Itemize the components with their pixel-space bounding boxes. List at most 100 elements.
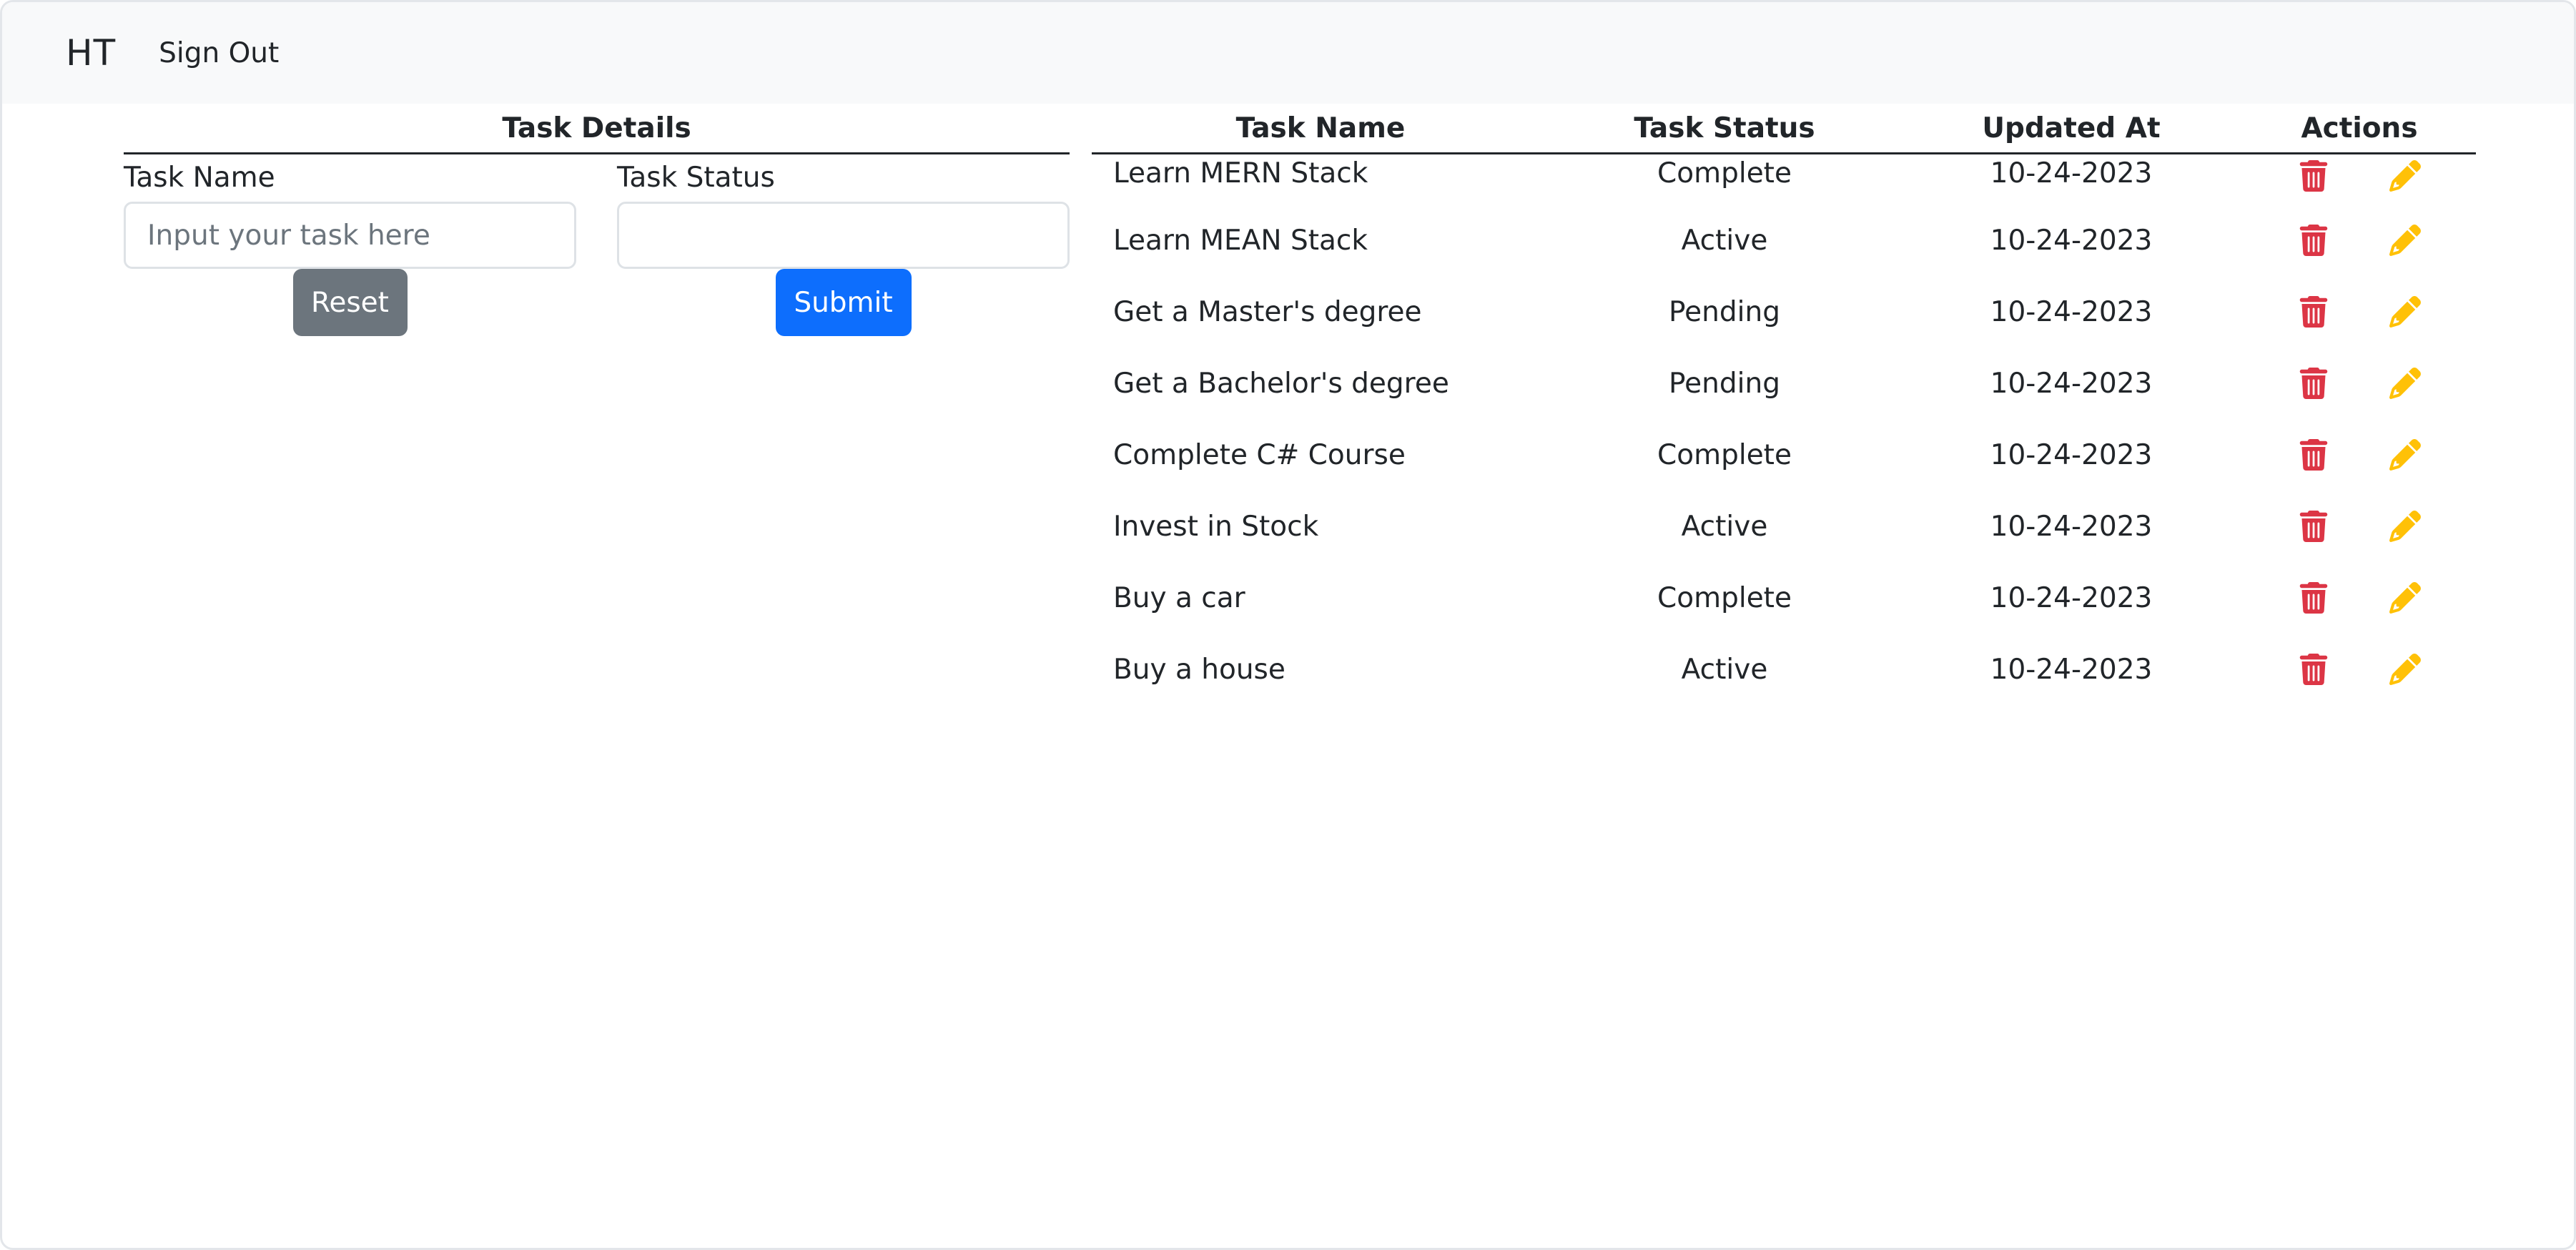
table-row: Get a Master's degree Pending 10-24-2023	[1092, 276, 2476, 348]
row-actions	[2243, 157, 2476, 195]
task-status-input[interactable]	[617, 202, 1070, 269]
form-buttons-row: Reset Submit	[124, 269, 1070, 336]
table-row: Learn MERN Stack Complete 10-24-2023	[1092, 154, 2476, 205]
trash-icon[interactable]	[2290, 436, 2337, 473]
header-task-status: Task Status	[1549, 104, 1900, 154]
pencil-icon-glyph	[2389, 368, 2421, 399]
pencil-icon-glyph	[2389, 511, 2421, 542]
task-details-title: Task Details	[124, 104, 1070, 154]
row-actions	[2243, 293, 2476, 330]
reset-button[interactable]: Reset	[292, 269, 408, 336]
trash-icon-glyph	[2299, 511, 2328, 542]
task-status-cell: Active	[1681, 510, 1768, 543]
pencil-icon-glyph	[2389, 582, 2421, 614]
pencil-icon[interactable]	[2382, 436, 2429, 473]
header-actions: Actions	[2243, 104, 2476, 154]
task-actions-cell	[2243, 562, 2476, 634]
task-name-group: Task Name	[124, 160, 576, 269]
row-actions	[2243, 579, 2476, 616]
task-status-cell: Complete	[1657, 438, 1792, 471]
submit-button-cell: Submit	[617, 269, 1070, 336]
task-status-cell: Active	[1681, 224, 1768, 257]
row-actions	[2243, 508, 2476, 545]
table-row: Invest in Stock Active 10-24-2023	[1092, 491, 2476, 562]
task-status-cell: Complete	[1657, 581, 1792, 614]
navbar: HT Sign Out	[2, 2, 2574, 104]
pencil-icon[interactable]	[2382, 508, 2429, 545]
pencil-icon[interactable]	[2382, 293, 2429, 330]
table-row: Complete C# Course Complete 10-24-2023	[1092, 419, 2476, 491]
task-name-input[interactable]	[124, 202, 576, 269]
trash-icon[interactable]	[2290, 157, 2337, 195]
task-status-cell: Complete	[1657, 157, 1792, 190]
task-updated-cell: 10-24-2023	[1990, 157, 2153, 190]
task-actions-cell	[2243, 491, 2476, 562]
pencil-icon-glyph	[2389, 439, 2421, 471]
table-row: Buy a car Complete 10-24-2023	[1092, 562, 2476, 634]
task-updated-cell: 10-24-2023	[1990, 653, 2153, 686]
reset-button-cell: Reset	[124, 269, 576, 336]
task-updated-cell: 10-24-2023	[1990, 510, 2153, 543]
sign-out-link[interactable]: Sign Out	[159, 37, 279, 69]
pencil-icon-glyph	[2389, 160, 2421, 192]
task-actions-cell	[2243, 276, 2476, 348]
row-actions	[2243, 365, 2476, 402]
header-task-name: Task Name	[1092, 104, 1549, 154]
brand-logo[interactable]: HT	[66, 32, 116, 74]
table-row: Buy a house Active 10-24-2023	[1092, 634, 2476, 705]
task-status-cell: Active	[1681, 653, 1768, 686]
trash-icon-glyph	[2299, 225, 2328, 256]
task-updated-cell: 10-24-2023	[1990, 295, 2153, 328]
trash-icon[interactable]	[2290, 508, 2337, 545]
trash-icon-glyph	[2299, 160, 2328, 192]
submit-button[interactable]: Submit	[775, 269, 912, 336]
task-updated-cell: 10-24-2023	[1990, 367, 2153, 400]
pencil-icon[interactable]	[2382, 651, 2429, 688]
table-row: Learn MEAN Stack Active 10-24-2023	[1092, 205, 2476, 276]
task-updated-cell: 10-24-2023	[1990, 581, 2153, 614]
pencil-icon-glyph	[2389, 296, 2421, 328]
task-actions-cell	[2243, 205, 2476, 276]
task-actions-cell	[2243, 419, 2476, 491]
pencil-icon[interactable]	[2382, 579, 2429, 616]
task-table-panel: Task Name Task Status Updated At Actions…	[1092, 104, 2476, 705]
task-name-label: Task Name	[124, 162, 275, 194]
task-name-cell: Buy a house	[1113, 653, 1285, 686]
trash-icon[interactable]	[2290, 579, 2337, 616]
trash-icon-glyph	[2299, 296, 2328, 328]
task-status-cell: Pending	[1669, 367, 1780, 400]
trash-icon-glyph	[2299, 654, 2328, 685]
trash-icon-glyph	[2299, 582, 2328, 614]
task-actions-cell	[2243, 634, 2476, 705]
trash-icon-glyph	[2299, 368, 2328, 399]
form-fields-row: Task Name Task Status	[124, 160, 1070, 269]
trash-icon[interactable]	[2290, 651, 2337, 688]
task-status-cell: Pending	[1669, 295, 1780, 328]
pencil-icon[interactable]	[2382, 157, 2429, 195]
trash-icon[interactable]	[2290, 293, 2337, 330]
trash-icon[interactable]	[2290, 222, 2337, 259]
task-details-form: Task Details Task Name Task Status Reset…	[124, 104, 1070, 336]
trash-icon[interactable]	[2290, 365, 2337, 402]
pencil-icon[interactable]	[2382, 222, 2429, 259]
row-actions	[2243, 651, 2476, 688]
app-window: HT Sign Out Task Details Task Name Task …	[0, 0, 2576, 1250]
task-name-cell: Complete C# Course	[1113, 438, 1406, 471]
trash-icon-glyph	[2299, 439, 2328, 471]
task-status-label: Task Status	[617, 162, 775, 194]
task-table-body: Learn MERN Stack Complete 10-24-2023 Lea…	[1092, 154, 2476, 706]
row-actions	[2243, 436, 2476, 473]
row-actions	[2243, 222, 2476, 259]
pencil-icon-glyph	[2389, 225, 2421, 256]
pencil-icon[interactable]	[2382, 365, 2429, 402]
header-updated-at: Updated At	[1900, 104, 2243, 154]
task-name-cell: Learn MERN Stack	[1113, 157, 1368, 190]
table-header-row: Task Name Task Status Updated At Actions	[1092, 104, 2476, 154]
task-name-cell: Buy a car	[1113, 581, 1245, 614]
task-updated-cell: 10-24-2023	[1990, 224, 2153, 257]
pencil-icon-glyph	[2389, 654, 2421, 685]
task-name-cell: Get a Bachelor's degree	[1113, 367, 1449, 400]
task-name-cell: Invest in Stock	[1113, 510, 1319, 543]
table-row: Get a Bachelor's degree Pending 10-24-20…	[1092, 348, 2476, 419]
task-name-cell: Get a Master's degree	[1113, 295, 1422, 328]
